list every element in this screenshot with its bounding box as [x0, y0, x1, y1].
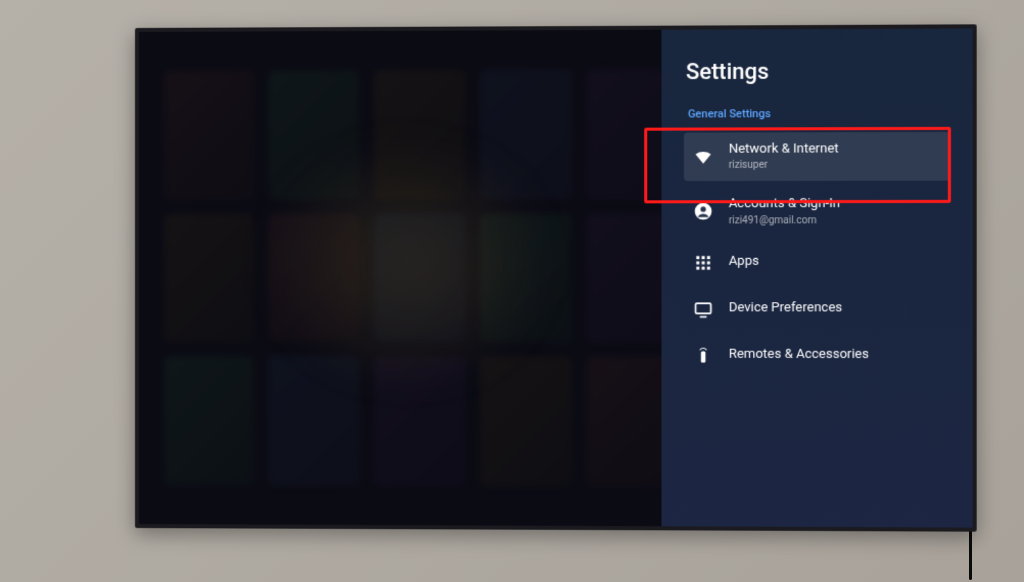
screen-reflection	[263, 139, 553, 387]
menu-item-accounts[interactable]: Accounts & Sign-In rizi491@gmail.com	[684, 187, 950, 236]
wifi-icon	[692, 146, 714, 168]
section-label-general: General Settings	[688, 107, 950, 121]
settings-panel: Settings General Settings Network & Inte…	[661, 28, 972, 527]
menu-item-label: Accounts & Sign-In	[729, 196, 840, 213]
tv-screen: Settings General Settings Network & Inte…	[139, 28, 973, 527]
tv-frame: Settings General Settings Network & Inte…	[135, 24, 977, 531]
menu-item-device[interactable]: Device Preferences	[684, 289, 950, 330]
menu-item-apps[interactable]: Apps	[684, 242, 950, 283]
menu-item-label: Device Preferences	[729, 301, 843, 317]
menu-item-label: Remotes & Accessories	[729, 347, 869, 364]
device-icon	[692, 298, 714, 320]
menu-item-label: Network & Internet	[729, 141, 839, 158]
menu-item-sublabel: rizi491@gmail.com	[729, 214, 840, 227]
menu-item-label: Apps	[729, 254, 759, 270]
account-icon	[692, 201, 714, 223]
menu-item-network[interactable]: Network & Internet rizisuper	[684, 132, 950, 181]
menu-item-sublabel: rizisuper	[729, 159, 839, 172]
remote-icon	[692, 344, 714, 366]
background-app-tiles	[164, 69, 678, 486]
settings-title: Settings	[686, 59, 950, 85]
menu-item-remotes[interactable]: Remotes & Accessories	[684, 335, 950, 376]
apps-icon	[692, 251, 714, 273]
